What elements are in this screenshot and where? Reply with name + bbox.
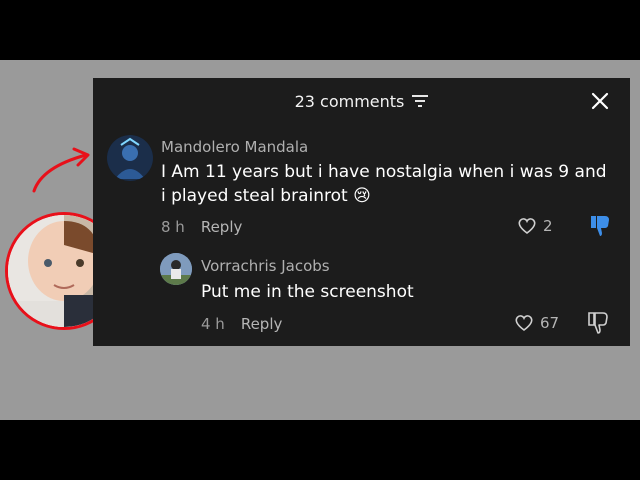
comment-text: I Am 11 years but i have nostalgia when … <box>161 162 607 206</box>
comments-panel: 23 comments Mandolero Mandala I Am 11 ye… <box>93 78 630 346</box>
like-button[interactable]: 2 <box>517 217 553 235</box>
reply-comment-item: Vorrachris Jacobs Put me in the screensh… <box>93 248 630 346</box>
comment-time: 4 h <box>201 315 225 333</box>
avatar[interactable] <box>160 253 192 285</box>
avatar[interactable] <box>107 135 153 181</box>
like-count: 2 <box>543 217 553 235</box>
like-button[interactable]: 67 <box>514 314 559 332</box>
comment-meta: 8 h Reply <box>161 218 242 236</box>
dislike-icon[interactable] <box>587 311 609 335</box>
heart-icon <box>515 315 533 332</box>
red-arrow-annotation <box>32 147 90 193</box>
comment-meta: 4 h Reply <box>201 315 282 333</box>
letterbox-bottom <box>0 420 640 480</box>
reply-button[interactable]: Reply <box>201 218 243 236</box>
comment-time: 8 h <box>161 218 185 236</box>
reply-button[interactable]: Reply <box>241 315 283 333</box>
comment-item: Mandolero Mandala I Am 11 years but i ha… <box>93 78 630 248</box>
like-count: 67 <box>540 314 560 332</box>
letterbox-top <box>0 0 640 60</box>
comment-username[interactable]: Vorrachris Jacobs <box>201 257 330 275</box>
heart-icon <box>518 218 536 235</box>
comment-text: Put me in the screenshot <box>201 282 414 302</box>
dislike-icon[interactable] <box>589 214 611 238</box>
comment-username[interactable]: Mandolero Mandala <box>161 138 308 156</box>
